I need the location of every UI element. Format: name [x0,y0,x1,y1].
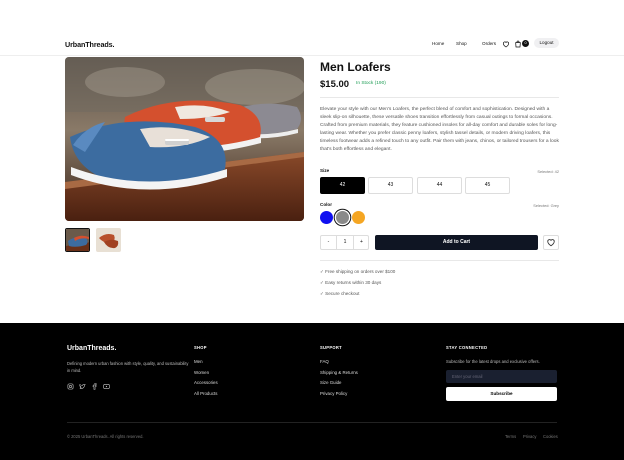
footer-support-heading: SUPPORT [320,345,342,350]
product-description: Elevate your style with our Men's Loafer… [320,107,559,152]
size-option-42[interactable]: 42 [320,177,365,194]
perk-secure-checkout: ✓ Secure checkout [320,291,360,296]
color-label: Color [320,202,332,207]
email-field[interactable]: Enter your email [446,370,557,383]
instagram-icon[interactable] [67,383,74,390]
footer-link-cookies[interactable]: Cookies [543,434,558,439]
product-main-image [65,57,304,221]
product-price: $15.00 [320,79,350,90]
nav-shop[interactable]: Shop [456,41,467,46]
heart-icon[interactable] [502,40,510,48]
cart-count-badge: 0 [522,40,529,47]
size-label: Size [320,168,330,173]
site-logo[interactable]: UrbanThreads. [65,40,115,49]
site-footer: UrbanThreads. Defining modern urban fash… [0,323,624,460]
nav-home[interactable]: Home [432,41,444,46]
color-swatch-yellow[interactable] [352,211,365,224]
shopping-bag-icon[interactable] [514,40,522,48]
footer-link-shipping-returns[interactable]: Shipping & Returns [320,370,358,375]
quantity-increase-button[interactable]: + [353,236,369,249]
product-thumbnail-2[interactable] [96,228,121,252]
footer-link-women[interactable]: Women [194,370,209,375]
footer-tagline: Defining modern urban fashion with style… [67,361,189,373]
wishlist-button[interactable] [543,235,559,250]
youtube-icon[interactable] [103,383,110,390]
footer-link-all-products[interactable]: All Products [194,391,217,396]
quantity-decrease-button[interactable]: - [321,236,337,249]
size-selected: Selected: 42 [537,169,559,174]
footer-connect-heading: STAY CONNECTED [446,345,488,350]
color-swatch-blue[interactable] [320,211,333,224]
logout-button[interactable]: Logout [534,38,559,48]
size-option-45[interactable]: 45 [465,177,510,194]
footer-link-accessories[interactable]: Accessories [194,380,218,385]
add-to-cart-button[interactable]: Add to Cart [375,235,538,250]
footer-link-men[interactable]: Men [194,359,203,364]
perk-free-shipping: ✓ Free shipping on orders over $100 [320,269,396,274]
divider [320,97,559,98]
footer-link-privacy[interactable]: Privacy [523,434,536,439]
divider [320,260,559,261]
heart-icon [547,239,555,247]
quantity-value[interactable]: 1 [337,236,353,249]
twitter-icon[interactable] [79,383,86,390]
subscribe-text: Subscribe for the latest drops and exclu… [446,359,540,364]
footer-link-faq[interactable]: FAQ [320,359,329,364]
color-selected: Selected: Grey [533,203,559,208]
product-title: Men Loafers [320,60,391,74]
copyright-text: © 2025 UrbanThreads. All rights reserved… [67,434,144,439]
size-option-43[interactable]: 43 [368,177,413,194]
site-header: UrbanThreads. Home Shop Orders 0 Logout [0,34,624,56]
subscribe-button[interactable]: Subscribe [446,387,557,401]
perk-easy-returns: ✓ Easy returns within 30 days [320,280,382,285]
size-option-44[interactable]: 44 [417,177,462,194]
footer-link-privacy-policy[interactable]: Privacy Policy [320,391,347,396]
stock-status: In Stock (190) [356,81,386,86]
footer-link-terms[interactable]: Terms [505,434,516,439]
footer-logo[interactable]: UrbanThreads. [67,345,116,352]
product-thumbnail-1[interactable] [65,228,90,252]
color-swatch-grey[interactable] [336,211,349,224]
quantity-stepper: - 1 + [320,235,369,250]
footer-divider [67,422,557,423]
facebook-icon[interactable] [91,383,98,390]
nav-orders[interactable]: Orders [482,41,496,46]
footer-link-size-guide[interactable]: Size Guide [320,380,341,385]
footer-shop-heading: SHOP [194,345,207,350]
